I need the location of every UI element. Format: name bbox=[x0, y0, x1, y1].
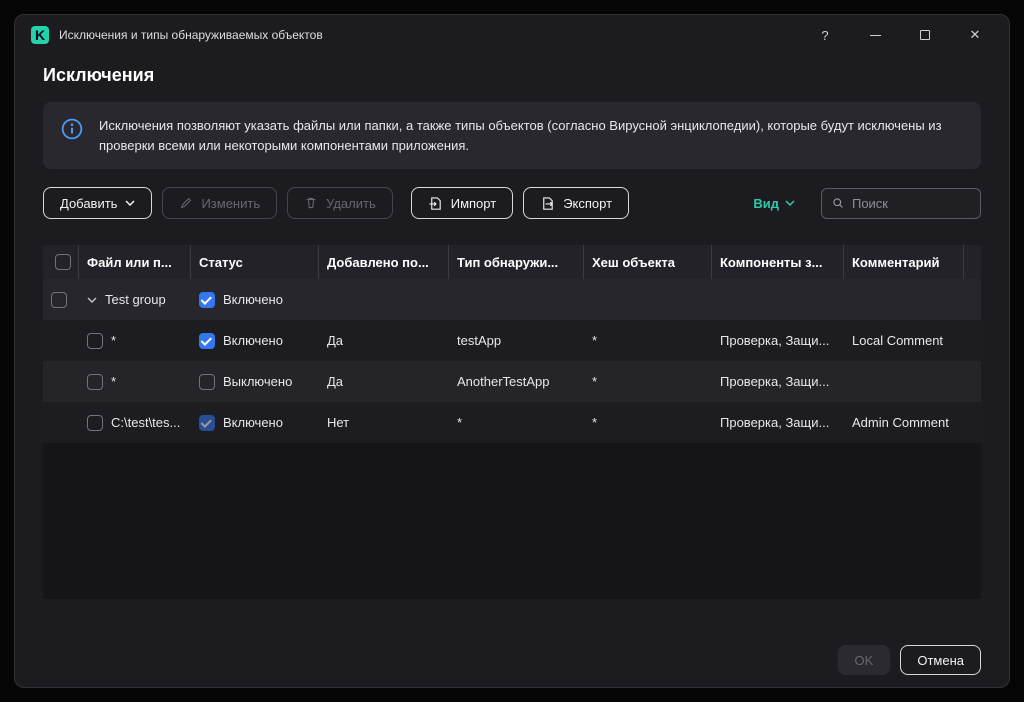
status-label: Выключено bbox=[223, 374, 292, 389]
scrollbar-spacer bbox=[964, 245, 981, 279]
cell-file: C:\test\tes... bbox=[111, 415, 180, 430]
cancel-button[interactable]: Отмена bbox=[900, 645, 981, 675]
banner-text: Исключения позволяют указать файлы или п… bbox=[99, 116, 963, 155]
column-header-status[interactable]: Статус bbox=[191, 245, 319, 279]
cell-components: Проверка, Защи... bbox=[712, 333, 844, 348]
cell-added: Да bbox=[319, 374, 449, 389]
exclusions-table: Файл или п... Статус Добавлено по... Тип… bbox=[43, 245, 981, 599]
cell-hash: * bbox=[584, 374, 712, 389]
column-header-components[interactable]: Компоненты з... bbox=[712, 245, 844, 279]
footer: OK Отмена bbox=[43, 645, 981, 675]
ok-button[interactable]: OK bbox=[838, 645, 891, 675]
expand-chevron-icon[interactable] bbox=[87, 297, 97, 303]
row-checkbox[interactable] bbox=[87, 333, 103, 349]
chevron-down-icon bbox=[125, 200, 135, 206]
status-checkbox[interactable] bbox=[199, 374, 215, 390]
add-button[interactable]: Добавить bbox=[43, 187, 152, 219]
search-icon bbox=[832, 196, 844, 210]
table-header: Файл или п... Статус Добавлено по... Тип… bbox=[43, 245, 981, 279]
view-dropdown-label: Вид bbox=[753, 196, 779, 211]
help-button[interactable]: ? bbox=[817, 27, 833, 43]
status-label: Включено bbox=[223, 292, 283, 307]
app-window: K Исключения и типы обнаруживаемых объек… bbox=[14, 14, 1010, 688]
status-checkbox[interactable] bbox=[199, 333, 215, 349]
status-label: Включено bbox=[223, 415, 283, 430]
title-bar: K Исключения и типы обнаруживаемых объек… bbox=[15, 15, 1009, 55]
column-header-added[interactable]: Добавлено по... bbox=[319, 245, 449, 279]
export-button[interactable]: Экспорт bbox=[523, 187, 629, 219]
select-all-checkbox[interactable] bbox=[55, 254, 71, 270]
cell-components: Проверка, Защи... bbox=[712, 415, 844, 430]
cell-type: AnotherTestApp bbox=[449, 374, 584, 389]
cell-hash: * bbox=[584, 333, 712, 348]
cell-components: Проверка, Защи... bbox=[712, 374, 844, 389]
cell-type: testApp bbox=[449, 333, 584, 348]
close-button[interactable]: ✕ bbox=[967, 27, 983, 43]
maximize-icon bbox=[920, 30, 930, 40]
table-row[interactable]: * Включено Да testApp * Проверка, Защи..… bbox=[43, 320, 981, 361]
cell-comment: Admin Comment bbox=[844, 415, 964, 430]
import-button[interactable]: Импорт bbox=[411, 187, 513, 219]
group-name: Test group bbox=[105, 292, 166, 307]
status-label: Включено bbox=[223, 333, 283, 348]
row-checkbox[interactable] bbox=[51, 292, 67, 308]
trash-icon bbox=[304, 196, 318, 210]
info-icon bbox=[61, 118, 83, 140]
column-header-comment[interactable]: Комментарий bbox=[844, 245, 964, 279]
search-input[interactable] bbox=[852, 196, 970, 211]
add-button-label: Добавить bbox=[60, 196, 117, 211]
edit-button[interactable]: Изменить bbox=[162, 187, 277, 219]
window-title: Исключения и типы обнаруживаемых объекто… bbox=[59, 28, 817, 42]
delete-button-label: Удалить bbox=[326, 196, 376, 211]
toolbar: Добавить Изменить Удалить Импорт Экспорт… bbox=[43, 187, 981, 219]
row-checkbox[interactable] bbox=[87, 415, 103, 431]
cell-file: * bbox=[111, 333, 116, 348]
cell-added: Нет bbox=[319, 415, 449, 430]
export-button-label: Экспорт bbox=[563, 196, 612, 211]
import-icon bbox=[428, 196, 443, 211]
delete-button[interactable]: Удалить bbox=[287, 187, 393, 219]
column-header-type[interactable]: Тип обнаружи... bbox=[449, 245, 584, 279]
column-header-file[interactable]: Файл или п... bbox=[79, 245, 191, 279]
cell-hash: * bbox=[584, 415, 712, 430]
cell-comment: Local Comment bbox=[844, 333, 964, 348]
cell-added: Да bbox=[319, 333, 449, 348]
status-checkbox[interactable] bbox=[199, 292, 215, 308]
info-banner: Исключения позволяют указать файлы или п… bbox=[43, 102, 981, 169]
export-icon bbox=[540, 196, 555, 211]
chevron-down-icon bbox=[785, 200, 795, 206]
table-row[interactable]: C:\test\tes... Включено Нет * * Проверка… bbox=[43, 402, 981, 443]
pencil-icon bbox=[179, 196, 193, 210]
kaspersky-logo-icon: K bbox=[31, 26, 49, 44]
column-header-hash[interactable]: Хеш объекта bbox=[584, 245, 712, 279]
minimize-button[interactable] bbox=[867, 27, 883, 43]
import-button-label: Импорт bbox=[451, 196, 496, 211]
search-box[interactable] bbox=[821, 188, 981, 219]
table-row[interactable]: * Выключено Да AnotherTestApp * Проверка… bbox=[43, 361, 981, 402]
minimize-icon bbox=[870, 35, 881, 36]
cell-file: * bbox=[111, 374, 116, 389]
status-checkbox[interactable] bbox=[199, 415, 215, 431]
view-dropdown[interactable]: Вид bbox=[753, 196, 795, 211]
table-empty-area bbox=[43, 443, 981, 599]
page-title: Исключения bbox=[43, 65, 981, 86]
cell-type: * bbox=[449, 415, 584, 430]
table-group-row[interactable]: Test group Включено bbox=[43, 279, 981, 320]
row-checkbox[interactable] bbox=[87, 374, 103, 390]
select-all-header-cell bbox=[43, 245, 79, 279]
maximize-button[interactable] bbox=[917, 27, 933, 43]
edit-button-label: Изменить bbox=[201, 196, 260, 211]
